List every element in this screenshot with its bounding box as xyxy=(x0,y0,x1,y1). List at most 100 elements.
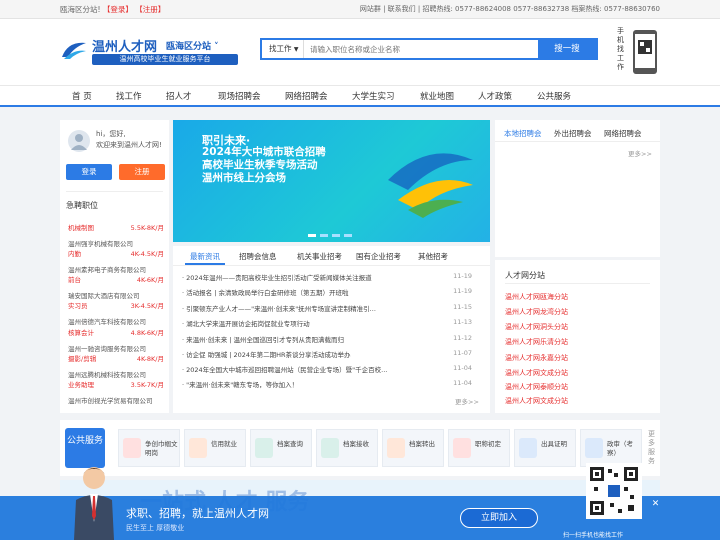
carousel-dot[interactable] xyxy=(344,234,352,237)
job-company[interactable]: 温州一驰咨询服务有限公司 xyxy=(68,343,168,353)
tab-other-exam[interactable]: 其他招考 xyxy=(418,251,448,262)
news-item[interactable]: · 2024年温州——贵阳高校毕业生招引活动广受新闻媒体关注报道 11-19 xyxy=(182,272,482,282)
job-title[interactable]: 业务助理 xyxy=(68,381,94,389)
service-credit[interactable]: 信用就业 xyxy=(184,429,246,467)
top-register-link[interactable]: 【注册】 xyxy=(135,5,165,14)
nav-find-job[interactable]: 找工作 xyxy=(116,90,142,102)
tab-online-fair[interactable]: 网络招聘会 xyxy=(604,128,642,139)
fair-more-link[interactable]: 更多>> xyxy=(628,148,652,158)
job-company[interactable]: 温州倍德汽车科技有限公司 xyxy=(68,316,168,326)
qr-caption: 扫一扫手机也能找工作 xyxy=(563,532,624,539)
news-title[interactable]: 湖北大学来温开展访企拓岗促就业专项行动 xyxy=(186,320,310,328)
job-item[interactable]: 核算会计 4.8K-6K/月 温州一驰咨询服务有限公司 xyxy=(68,327,168,353)
site-link[interactable]: 温州人才网瓯海分站 xyxy=(505,292,645,302)
service-file-receive[interactable]: 档案接收 xyxy=(316,429,378,467)
register-button[interactable]: 注册 xyxy=(119,164,165,180)
news-item[interactable]: · "来温州·创未来"赣东专场，等你加入！ 11-04 xyxy=(182,379,482,389)
service-label: 档案查询 xyxy=(277,440,303,448)
job-title[interactable]: 核算会计 xyxy=(68,329,94,337)
site-link[interactable]: 温州人才网文成分站 xyxy=(505,396,645,406)
tab-latest[interactable]: 最新资讯 xyxy=(190,251,220,262)
job-item[interactable]: 业务助理 3.5K-7K/月 温州市创视光学贸易有限公司 xyxy=(68,379,168,405)
job-title[interactable]: 摄影/剪辑 xyxy=(68,355,96,363)
login-button[interactable]: 登录 xyxy=(66,164,112,180)
job-company[interactable]: 温州远腾机械科技有限公司 xyxy=(68,369,168,379)
news-title[interactable]: 2024年温州——贵阳高校毕业生招引活动广受新闻媒体关注报道 xyxy=(186,274,372,282)
search-input[interactable] xyxy=(310,40,498,58)
job-title[interactable]: 前台 xyxy=(68,276,81,284)
site-link[interactable]: 温州人才网文成分站 xyxy=(505,368,645,378)
nav-hire[interactable]: 招人才 xyxy=(166,90,192,102)
service-certificate[interactable]: 出具证明 xyxy=(514,429,576,467)
job-title[interactable]: 机械制图 xyxy=(68,224,94,232)
carousel-dot[interactable] xyxy=(320,234,328,237)
banner-title-2: 2024年大中城市联合招聘 高校毕业生秋季专场活动 温州市线上分会场 xyxy=(202,146,326,185)
job-company[interactable]: 温州市创视光学贸易有限公司 xyxy=(68,395,168,405)
tab-local-fair[interactable]: 本地招聘会 xyxy=(504,128,542,139)
site-link[interactable]: 温州人才网永嘉分站 xyxy=(505,353,645,363)
service-file-query[interactable]: 档案查询 xyxy=(250,429,312,467)
nav-home[interactable]: 首 页 xyxy=(72,90,92,102)
site-link[interactable]: 温州人才网龙湾分站 xyxy=(505,307,645,317)
news-title[interactable]: 活动报名 | 余清致政局举行白金研修班（第五期）开班啦 xyxy=(186,289,348,297)
news-title[interactable]: 引聚顿东产业人才——"来温州·创未来"抚州专场宣讲定制精准引... xyxy=(186,305,376,313)
job-company[interactable]: 瑞安国际大酒店有限公司 xyxy=(68,290,168,300)
nav-internship[interactable]: 大学生实习 xyxy=(352,90,395,102)
nav-job-map[interactable]: 就业地图 xyxy=(420,90,454,102)
search-type-select[interactable]: 找工作 ▼ xyxy=(262,40,304,58)
tab-outside-fair[interactable]: 外出招聘会 xyxy=(554,128,592,139)
news-item[interactable]: · 湖北大学来温开展访企拓岗促就业专项行动 11-13 xyxy=(182,318,482,328)
news-title[interactable]: 来温州·创未来 | 温州全国巡回引才专列从贵阳满载而归 xyxy=(186,336,344,344)
job-item[interactable]: 前台 4K-6K/月 瑞安国际大酒店有限公司 xyxy=(68,274,168,300)
job-item[interactable]: 内勤 4K-4.5K/月温州素邦电子商务有限公司 xyxy=(68,248,168,274)
news-title[interactable]: 访企促 助强城 | 2024年第二期HR茶谈分享活动成功举办 xyxy=(186,351,350,359)
job-item[interactable]: 实习员 3K-4.5K/月温州倍德汽车科技有限公司 xyxy=(68,300,168,326)
top-login-link[interactable]: 【登录】 xyxy=(103,5,133,14)
tab-fair-info[interactable]: 招聘会信息 xyxy=(239,251,277,262)
header: 温州人才网 瓯海区分站 ˅ 温州高校毕业生就业服务平台 找工作 ▼ 搜一搜 手机… xyxy=(0,19,720,85)
job-company[interactable]: 温州素邦电子商务有限公司 xyxy=(68,264,168,274)
news-item[interactable]: · 活动报名 | 余清致政局举行白金研修班（第五期）开班啦 11-19 xyxy=(182,287,482,297)
nav-policy[interactable]: 人才政策 xyxy=(478,90,512,102)
top-links[interactable]: 网站群 | 联系我们 | 招聘热线: 0577-88624008 0577-88… xyxy=(360,4,660,14)
job-salary: 3K-4.5K/月 xyxy=(130,302,164,310)
news-item[interactable]: · 2024年全国大中城市巡回招聘温州站（民营企业专场）暨"千企百校... 11-… xyxy=(182,364,482,374)
nav-online-fair[interactable]: 网络招聘会 xyxy=(285,90,328,102)
news-more-link[interactable]: 更多>> xyxy=(455,396,479,406)
job-title[interactable]: 实习员 xyxy=(68,302,88,310)
tab-soe-exam[interactable]: 国有企业招考 xyxy=(356,251,401,262)
job-item[interactable]: 摄影/剪辑 4K-8K/月 温州远腾机械科技有限公司 xyxy=(68,353,168,379)
mobile-job-label[interactable]: 手机找工作 xyxy=(617,27,629,72)
site-link[interactable]: 温州人才网泰顺分站 xyxy=(505,382,645,392)
news-item[interactable]: · 引聚顿东产业人才——"来温州·创未来"抚州专场宣讲定制精准引... 11-15 xyxy=(182,303,482,313)
site-link[interactable]: 温州人才网乐清分站 xyxy=(505,337,645,347)
service-title-init[interactable]: 职称初定 xyxy=(448,429,510,467)
nav-public-service[interactable]: 公共服务 xyxy=(537,90,571,102)
job-company[interactable]: 温州强亨机械有限公司 xyxy=(68,238,168,248)
carousel-dot[interactable] xyxy=(332,234,340,237)
service-women-post[interactable]: 争创巾帼文明岗 xyxy=(118,429,180,467)
qr-icon xyxy=(588,465,640,517)
hero-banner[interactable]: 职引未来· 2024年大中城市联合招聘 高校毕业生秋季专场活动 温州市线上分会场 xyxy=(173,120,490,242)
tab-public-exam[interactable]: 机关事业招考 xyxy=(297,251,342,262)
search-button[interactable]: 搜一搜 xyxy=(538,40,596,58)
job-title[interactable]: 内勤 xyxy=(68,250,81,258)
phone-qr-icon[interactable] xyxy=(631,29,659,75)
service-file-transfer[interactable]: 档案转出 xyxy=(382,429,444,467)
more-services-link[interactable]: 更多服务 xyxy=(648,430,658,466)
site-link[interactable]: 温州人才网洞头分站 xyxy=(505,322,645,332)
job-item[interactable]: 机械制图 5.5K-8K/月 温州强亨机械有限公司 xyxy=(68,222,168,248)
branch-selector[interactable]: 瓯海区分站 ˅ xyxy=(166,39,219,52)
news-title[interactable]: "来温州·创未来"赣东专场，等你加入！ xyxy=(186,381,298,389)
news-title[interactable]: 2024年全国大中城市巡回招聘温州站（民营企业专场）暨"千企百校... xyxy=(186,366,387,374)
carousel-dot-active[interactable] xyxy=(308,234,316,237)
news-item[interactable]: · 来温州·创未来 | 温州全国巡回引才专列从贵阳满载而归 11-12 xyxy=(182,334,482,344)
nav-onsite-fair[interactable]: 现场招聘会 xyxy=(218,90,261,102)
news-item[interactable]: · 访企促 助强城 | 2024年第二期HR茶谈分享活动成功举办 11-07 xyxy=(182,349,482,359)
service-review[interactable]: 政审（考察） xyxy=(580,429,642,467)
qr-code[interactable] xyxy=(586,463,642,519)
site-title[interactable]: 温州人才网 xyxy=(92,36,157,55)
close-icon[interactable]: ✕ xyxy=(650,499,661,510)
join-now-button[interactable]: 立即加入 xyxy=(460,508,538,528)
job-salary: 4K-4.5K/月 xyxy=(130,250,164,258)
